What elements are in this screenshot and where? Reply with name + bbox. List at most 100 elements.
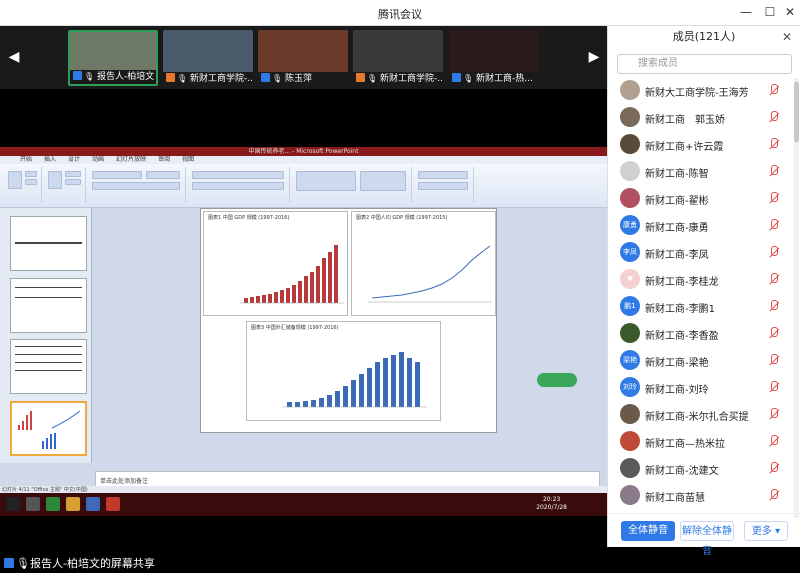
mic-icon: 🎙 (463, 74, 474, 83)
ppt-tab[interactable]: 幻灯片放映 (116, 156, 146, 163)
thumbnail-caption: 🎙 新财工商学院-... (353, 72, 443, 86)
muted-mic-icon[interactable] (768, 300, 780, 312)
unmute-all-button[interactable]: 解除全体静音 (680, 521, 734, 557)
video-thumbnail[interactable]: 🎙 新财工商学院-... (353, 30, 443, 86)
member-list: 新财大工商学院-王海芳 新财工商 郭玉娇 新财工商+许云霞新财工商-陈智新财工商-翟… (608, 78, 794, 518)
floating-widget[interactable] (537, 373, 577, 387)
member-row[interactable]: ♥ 新财工商-李桂龙 (608, 267, 794, 293)
thumbnail-caption: 🎙 新财工商-热... (449, 72, 539, 86)
member-name: 新财工商-李凤 (645, 250, 709, 261)
video-feed (258, 30, 348, 72)
avatar: 梁艳 (620, 350, 640, 370)
member-row[interactable]: 新财大工商学院-王海芳 (608, 78, 794, 104)
start-icon[interactable] (6, 497, 20, 511)
member-row[interactable]: 新财工商 郭玉娇 (608, 105, 794, 131)
avatar (620, 161, 640, 181)
member-name: 新财工商—热米拉 (645, 439, 725, 450)
minimize-icon[interactable]: — (738, 4, 754, 20)
muted-mic-icon[interactable] (768, 84, 780, 96)
slide-thumb-selected[interactable] (10, 401, 87, 456)
avatar: 李凤 (620, 242, 640, 262)
shared-screen: 中国传统养老... - Microsoft PowerPoint 开始 插入 设计 动… (0, 147, 607, 516)
thumbnail-name: 陈玉萍 (285, 74, 313, 84)
muted-mic-icon[interactable] (768, 219, 780, 231)
taskbar-app-icon[interactable] (26, 497, 40, 511)
ppt-statusbar: 幻灯片 4/11 "Office 主题" 中文(中国) (0, 486, 607, 493)
avatar (620, 134, 640, 154)
member-row[interactable]: 新财工商-米尔扎合买提 (608, 402, 794, 428)
mic-icon: 🎙 (177, 74, 188, 83)
member-search-input[interactable]: 搜索成员 (617, 54, 792, 74)
ppt-ribbon-tabs: 开始 插入 设计 动画 幻灯片放映 审阅 视图 (0, 156, 607, 164)
muted-mic-icon[interactable] (768, 381, 780, 393)
video-thumbnail[interactable]: 🎙 陈玉萍 (258, 30, 348, 86)
member-row[interactable]: 刘玲 新财工商-刘玲 (608, 375, 794, 401)
members-header: 成员(121人) ✕ (608, 26, 800, 48)
mic-icon: 🎙 (84, 72, 95, 81)
video-feed (449, 30, 539, 72)
avatar: 鹏1 (620, 296, 640, 316)
muted-mic-icon[interactable] (768, 111, 780, 123)
avatar (620, 80, 640, 100)
ppt-tab[interactable]: 审阅 (158, 156, 170, 163)
avatar (620, 188, 640, 208)
video-thumbnail[interactable]: 🎙 新财工商-热... (449, 30, 539, 86)
muted-mic-icon[interactable] (768, 489, 780, 501)
member-name: 新财工商-米尔扎合买提 (645, 412, 749, 423)
video-thumbnail[interactable]: 🎙 报告人-柏培文 (68, 30, 158, 86)
muted-mic-icon[interactable] (768, 192, 780, 204)
taskbar-app-icon[interactable] (46, 497, 60, 511)
mic-icon: 🎙 (272, 74, 283, 83)
ppt-tab[interactable]: 视图 (182, 156, 194, 163)
muted-mic-icon[interactable] (768, 327, 780, 339)
maximize-icon[interactable]: ☐ (762, 4, 778, 20)
mute-all-button[interactable]: 全体静音 (621, 521, 675, 541)
taskbar-ppt-icon[interactable] (106, 497, 120, 511)
slide-thumb[interactable] (10, 339, 87, 394)
muted-mic-icon[interactable] (768, 273, 780, 285)
member-row[interactable]: 新财工商-陈智 (608, 159, 794, 185)
slide-thumb[interactable] (10, 278, 87, 333)
member-name: 新财工商-陈智 (645, 169, 709, 180)
ppt-tab[interactable]: 动画 (92, 156, 104, 163)
muted-mic-icon[interactable] (768, 408, 780, 420)
video-thumbnail-strip: ◀ 🎙 报告人-柏培文 🎙 新财工商学院-... 🎙 陈玉萍 🎙 新财工商学院-...… (0, 26, 607, 89)
member-row[interactable]: 新财工商+许云霞 (608, 132, 794, 158)
mic-icon: 🎙 (16, 557, 30, 570)
prev-arrow-icon[interactable]: ◀ (8, 48, 20, 66)
member-list-scrollbar[interactable] (794, 78, 799, 518)
panel-close-icon[interactable]: ✕ (782, 26, 792, 48)
muted-mic-icon[interactable] (768, 462, 780, 474)
ppt-tab[interactable]: 开始 (20, 156, 32, 163)
muted-mic-icon[interactable] (768, 354, 780, 366)
meeting-stage: ◀ 🎙 报告人-柏培文 🎙 新财工商学院-... 🎙 陈玉萍 🎙 新财工商学院-...… (0, 26, 607, 573)
muted-mic-icon[interactable] (768, 138, 780, 150)
member-row[interactable]: 新财工商苗慧 (608, 483, 794, 509)
member-row[interactable]: 新财工商-李香盈 (608, 321, 794, 347)
next-arrow-icon[interactable]: ▶ (588, 48, 600, 66)
member-row[interactable]: 李凤 新财工商-李凤 (608, 240, 794, 266)
slide-thumb[interactable] (10, 216, 87, 271)
chart-gdp-per-capita: 图表2 中国人均 GDP 规模 (1997-2015) (351, 211, 496, 316)
ppt-tab[interactable]: 设计 (68, 156, 80, 163)
taskbar-app-icon[interactable] (66, 497, 80, 511)
member-row[interactable]: 康勇 新财工商-康勇 (608, 213, 794, 239)
member-row[interactable]: 梁艳 新财工商-梁艳 (608, 348, 794, 374)
scrollbar-thumb[interactable] (794, 82, 799, 142)
taskbar-app-icon[interactable] (86, 497, 100, 511)
ppt-tab[interactable]: 插入 (44, 156, 56, 163)
avatar: 刘玲 (620, 377, 640, 397)
more-button[interactable]: 更多 ▾ (744, 521, 788, 541)
close-icon[interactable]: ✕ (782, 4, 798, 20)
member-row[interactable]: 新财工商—热米拉 (608, 429, 794, 455)
thumbnail-name: 新财工商学院-... (190, 74, 253, 84)
avatar (620, 323, 640, 343)
muted-mic-icon[interactable] (768, 165, 780, 177)
member-row[interactable]: 新财工商-沈建文 (608, 456, 794, 482)
video-thumbnail[interactable]: 🎙 新财工商学院-... (163, 30, 253, 86)
muted-mic-icon[interactable] (768, 435, 780, 447)
muted-mic-icon[interactable] (768, 246, 780, 258)
screen-share-label: 🎙报告人-柏培文的屏幕共享 (0, 555, 607, 573)
member-row[interactable]: 鹏1 新财工商-李鹏1 (608, 294, 794, 320)
member-row[interactable]: 新财工商-翟彬 (608, 186, 794, 212)
